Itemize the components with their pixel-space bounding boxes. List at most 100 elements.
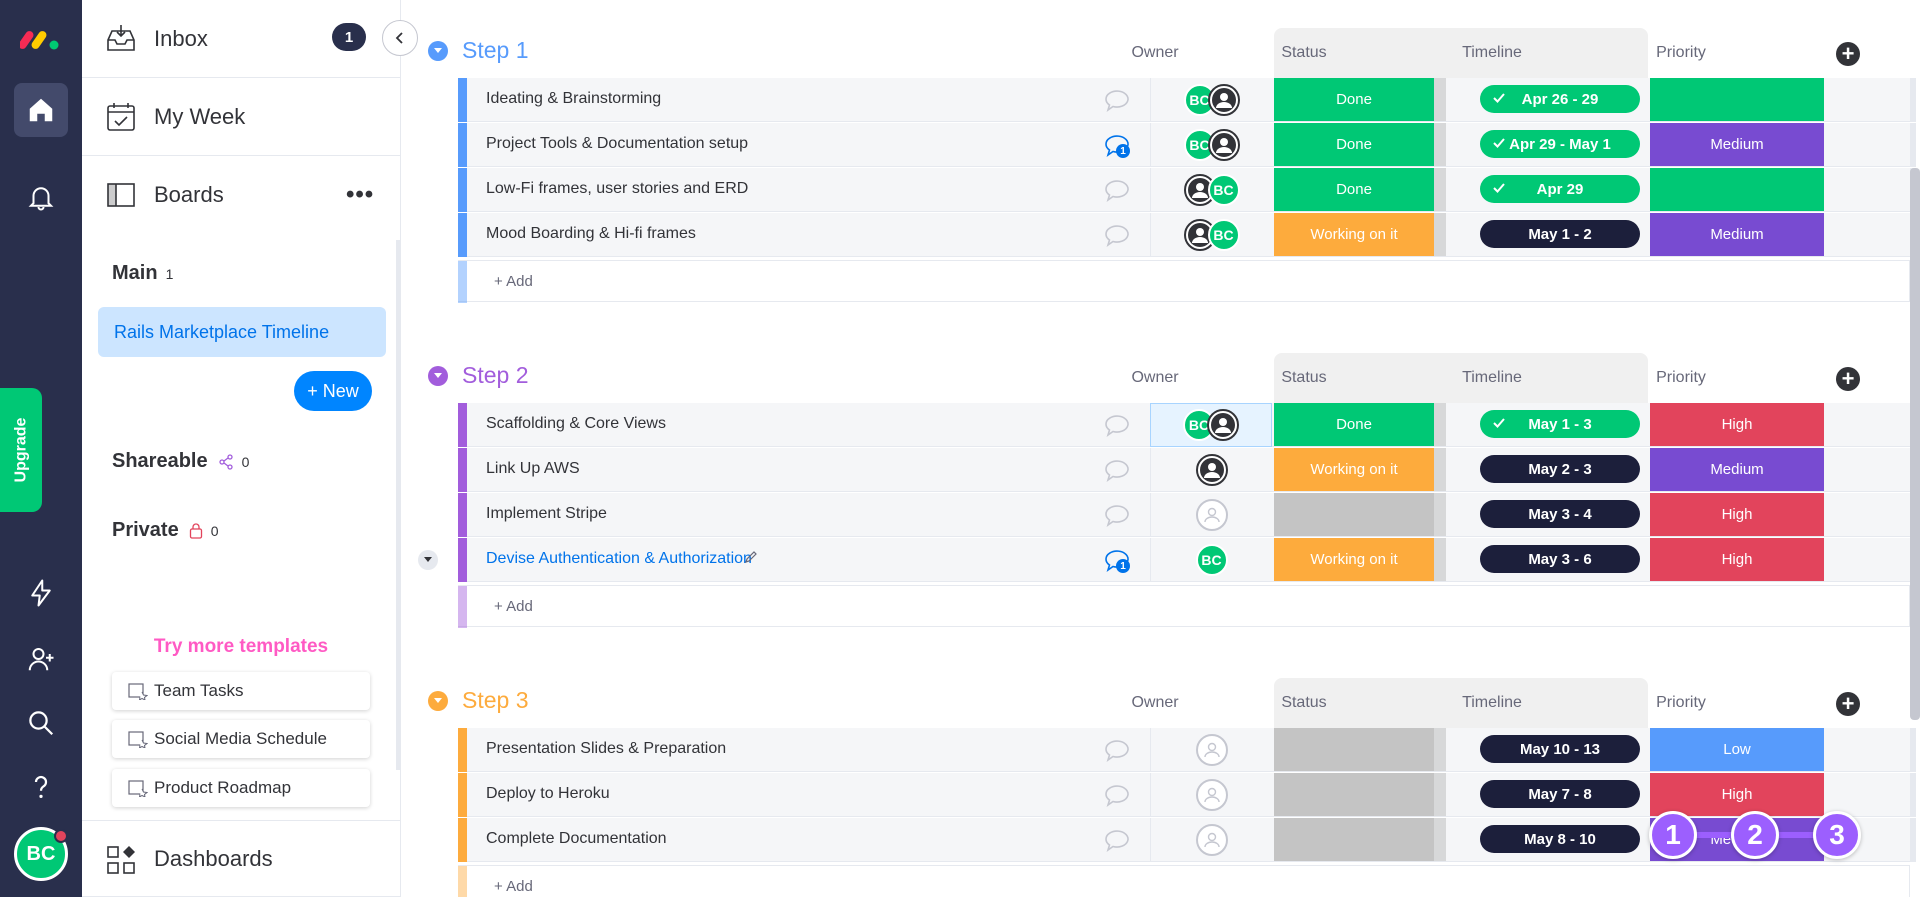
priority-cell[interactable]: Medium (1650, 123, 1824, 166)
column-header-priority[interactable]: Priority (1594, 44, 1768, 62)
group-collapse-icon[interactable] (428, 366, 448, 386)
section-shareable[interactable]: Shareable 0 (112, 450, 249, 473)
board-item-rails-marketplace[interactable]: Rails Marketplace Timeline (98, 307, 386, 357)
comment-icon[interactable] (1102, 736, 1132, 764)
owner-cell[interactable] (1150, 493, 1272, 537)
timeline-pill[interactable]: May 8 - 10 (1480, 825, 1640, 853)
group-collapse-icon[interactable] (428, 41, 448, 61)
collapse-panel-button[interactable] (382, 20, 418, 56)
owner-cell[interactable]: BC (1150, 213, 1272, 257)
status-cell[interactable] (1274, 818, 1434, 861)
comment-icon[interactable] (1102, 411, 1132, 439)
comment-icon[interactable] (1102, 456, 1132, 484)
column-header-owner[interactable]: Owner (1094, 44, 1216, 62)
board-scrollbar[interactable] (1910, 168, 1920, 720)
status-cell[interactable]: Done (1274, 168, 1434, 211)
group-title[interactable]: Step 2 (462, 362, 529, 389)
comment-icon[interactable] (1102, 221, 1132, 249)
owner-cell[interactable]: BC (1150, 78, 1272, 122)
template-product-roadmap[interactable]: Product Roadmap (112, 769, 370, 807)
comment-icon[interactable] (1102, 86, 1132, 114)
section-main[interactable]: Main 1 (112, 262, 173, 285)
table-row[interactable]: Scaffolding & Core Views BC Done May 1 - 3 H… (458, 403, 1916, 447)
owner-cell[interactable]: BC (1150, 123, 1272, 167)
column-header-owner[interactable]: Owner (1094, 694, 1216, 712)
status-cell[interactable]: Done (1274, 123, 1434, 166)
timeline-pill[interactable]: May 1 - 3 (1480, 410, 1640, 438)
item-name[interactable]: Project Tools & Documentation setup (486, 135, 748, 153)
group-title[interactable]: Step 1 (462, 37, 529, 64)
timeline-pill[interactable]: Apr 26 - 29 (1480, 85, 1640, 113)
panel-scrollbar[interactable] (396, 240, 400, 770)
comment-icon[interactable] (1102, 176, 1132, 204)
column-header-priority[interactable]: Priority (1594, 694, 1768, 712)
table-row[interactable]: Implement Stripe May 3 - 4 High (458, 493, 1916, 537)
home-button[interactable] (14, 83, 68, 137)
table-row[interactable]: Devise Authentication & Authorization 1 BC… (418, 538, 1916, 582)
column-header-status[interactable]: Status (1218, 44, 1390, 62)
status-cell[interactable]: Working on it (1274, 538, 1434, 581)
invite-button[interactable] (14, 632, 68, 686)
add-column-icon[interactable]: + (1836, 367, 1860, 391)
nav-dashboards[interactable]: Dashboards (82, 820, 400, 897)
priority-cell[interactable] (1650, 168, 1824, 211)
timeline-pill[interactable]: Apr 29 - May 1 (1480, 130, 1640, 158)
item-name[interactable]: Implement Stripe (486, 505, 607, 523)
integrations-button[interactable] (14, 566, 68, 620)
add-column-icon[interactable]: + (1836, 692, 1860, 716)
upgrade-button[interactable]: Upgrade (0, 388, 42, 512)
table-row[interactable]: Ideating & Brainstorming BC Done Apr 26 - 2… (458, 78, 1916, 122)
item-name[interactable]: Mood Boarding & Hi-fi frames (486, 225, 696, 243)
column-header-timeline[interactable]: Timeline (1390, 369, 1594, 387)
status-cell[interactable] (1274, 773, 1434, 816)
owner-cell[interactable] (1150, 818, 1272, 862)
timeline-pill[interactable]: May 3 - 6 (1480, 545, 1640, 573)
timeline-pill[interactable]: May 2 - 3 (1480, 455, 1640, 483)
item-name[interactable]: Scaffolding & Core Views (486, 415, 666, 433)
status-cell[interactable] (1274, 728, 1434, 771)
owner-cell[interactable]: BC (1150, 168, 1272, 212)
boards-more-icon[interactable]: ••• (346, 181, 374, 209)
priority-cell[interactable] (1650, 78, 1824, 121)
add-item-row[interactable]: + Add (458, 585, 1910, 628)
status-cell[interactable]: Done (1274, 403, 1434, 446)
status-cell[interactable]: Done (1274, 78, 1434, 121)
timeline-pill[interactable]: May 3 - 4 (1480, 500, 1640, 528)
priority-cell[interactable]: Medium (1650, 213, 1824, 256)
table-row[interactable]: Low-Fi frames, user stories and ERD BC Don… (458, 168, 1916, 212)
column-header-timeline[interactable]: Timeline (1390, 44, 1594, 62)
item-name[interactable]: Devise Authentication & Authorization (486, 550, 752, 568)
item-name[interactable]: Low-Fi frames, user stories and ERD (486, 180, 748, 198)
owner-cell[interactable] (1150, 728, 1272, 772)
owner-cell[interactable]: BC (1150, 403, 1272, 447)
column-header-status[interactable]: Status (1218, 369, 1390, 387)
item-name[interactable]: Link Up AWS (486, 460, 580, 478)
priority-cell[interactable]: High (1650, 538, 1824, 581)
column-header-timeline[interactable]: Timeline (1390, 694, 1594, 712)
timeline-pill[interactable]: May 7 - 8 (1480, 780, 1640, 808)
timeline-pill[interactable]: Apr 29 (1480, 175, 1640, 203)
add-item-row[interactable]: + Add (458, 260, 1910, 303)
section-private[interactable]: Private 0 (112, 519, 219, 542)
nav-my-week[interactable]: My Week (82, 78, 400, 156)
item-name[interactable]: Deploy to Heroku (486, 785, 610, 803)
nav-boards[interactable]: Boards ••• (82, 156, 400, 234)
priority-cell[interactable]: High (1650, 403, 1824, 446)
column-header-owner[interactable]: Owner (1094, 369, 1216, 387)
notifications-button[interactable] (14, 170, 68, 224)
status-cell[interactable]: Working on it (1274, 213, 1434, 256)
help-button[interactable] (14, 760, 68, 814)
owner-cell[interactable]: BC (1150, 538, 1272, 582)
step-marker-1[interactable]: 1 (1649, 811, 1697, 859)
comments-icon-active[interactable]: 1 (1102, 131, 1132, 159)
search-button[interactable] (14, 696, 68, 750)
item-name[interactable]: Ideating & Brainstorming (486, 90, 661, 108)
owner-cell[interactable] (1150, 448, 1272, 492)
priority-cell[interactable]: High (1650, 773, 1824, 816)
step-marker-2[interactable]: 2 (1731, 811, 1779, 859)
template-team-tasks[interactable]: Team Tasks (112, 672, 370, 710)
table-row[interactable]: Project Tools & Documentation setup 1 BC Do… (458, 123, 1916, 167)
step-marker-3[interactable]: 3 (1813, 811, 1861, 859)
comments-icon-active[interactable]: 1 (1102, 546, 1132, 574)
add-column-icon[interactable]: + (1836, 42, 1860, 66)
